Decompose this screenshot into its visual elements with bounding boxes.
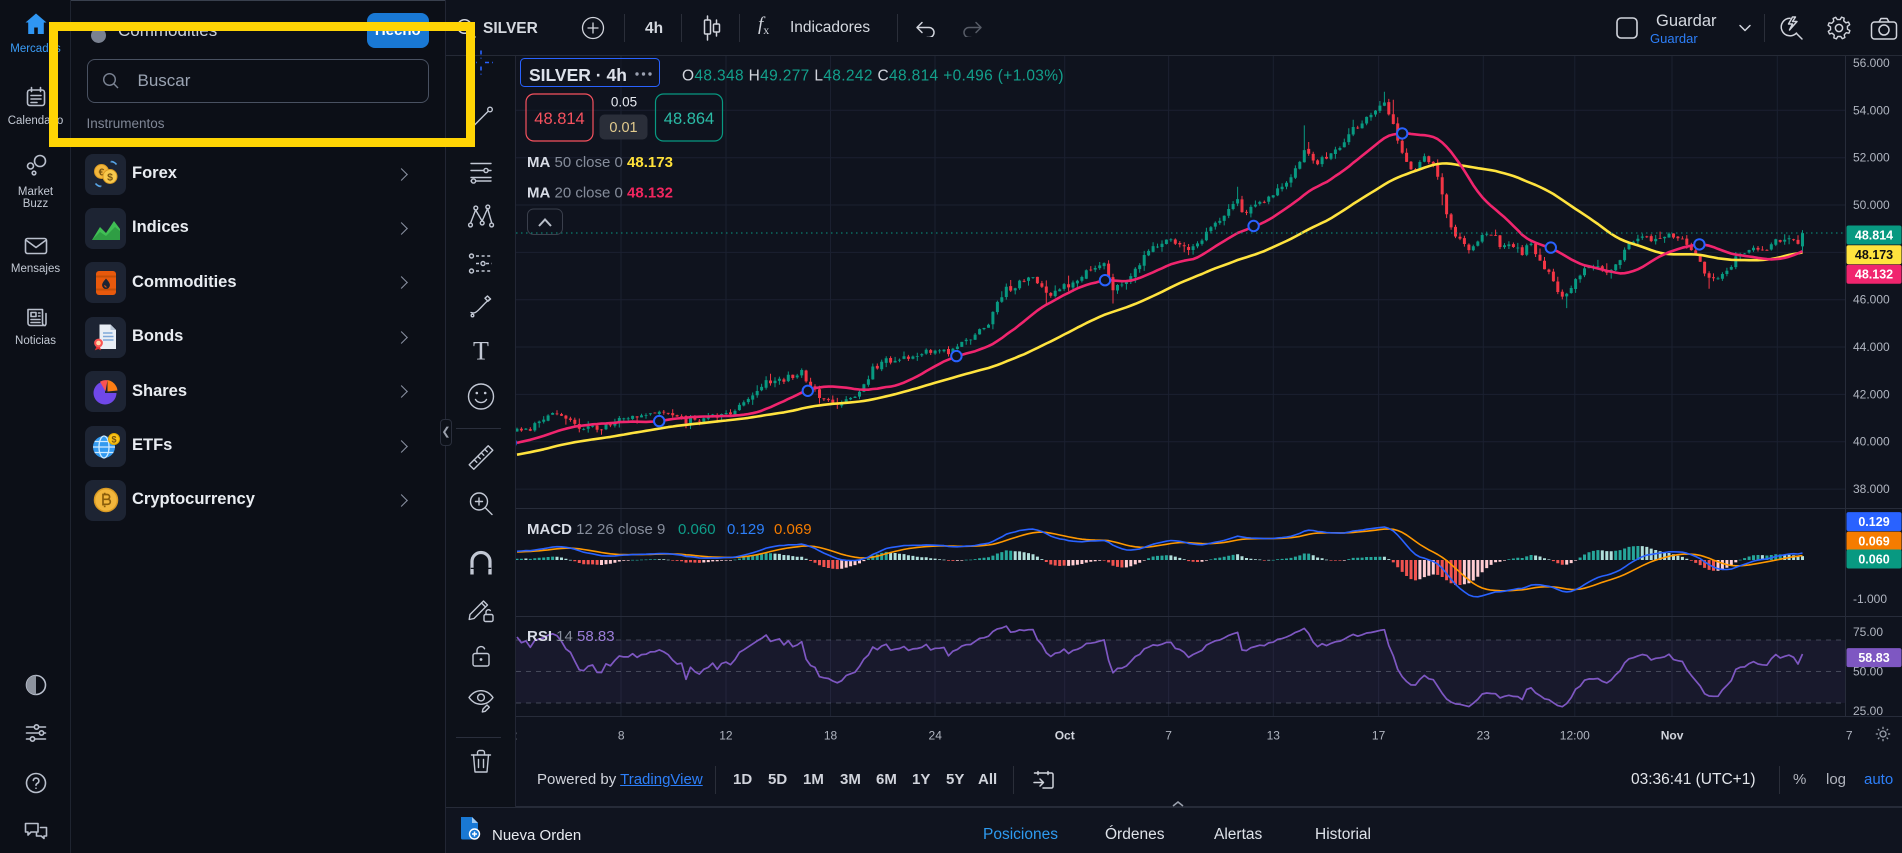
svg-text:Nov: Nov xyxy=(1661,729,1684,743)
svg-text:0.069: 0.069 xyxy=(1858,534,1889,548)
svg-text:O48.348 H49.277 L48.242 C48.81: O48.348 H49.277 L48.242 C48.814 +0.496 (… xyxy=(682,68,1064,85)
svg-text:0.05: 0.05 xyxy=(611,95,637,110)
svg-text:7: 7 xyxy=(1165,729,1172,743)
svg-text:52.000: 52.000 xyxy=(1853,151,1890,165)
svg-text:17: 17 xyxy=(1372,729,1386,743)
svg-text:48.814: 48.814 xyxy=(1855,228,1893,242)
svg-text:42.000: 42.000 xyxy=(1853,387,1890,401)
svg-text:48.173: 48.173 xyxy=(1855,248,1893,262)
svg-text:56.000: 56.000 xyxy=(1853,56,1890,70)
svg-text:7: 7 xyxy=(1846,729,1853,743)
svg-text:12: 12 xyxy=(719,729,733,743)
svg-text:Oct: Oct xyxy=(1055,729,1075,743)
svg-text:T: T xyxy=(473,337,489,365)
svg-text:MACD 12 26 close 9: MACD 12 26 close 9 xyxy=(527,521,665,538)
svg-text:23: 23 xyxy=(1477,729,1491,743)
svg-text:48.814: 48.814 xyxy=(534,110,584,128)
svg-text:$: $ xyxy=(107,172,113,184)
svg-text:40.000: 40.000 xyxy=(1853,435,1890,449)
svg-text:12:00: 12:00 xyxy=(1560,729,1590,743)
svg-text:0.060: 0.060 xyxy=(1858,552,1889,566)
svg-text:0.129: 0.129 xyxy=(1858,515,1889,529)
svg-text:-1.000: -1.000 xyxy=(1853,592,1887,606)
svg-text:RSI 14 58.83: RSI 14 58.83 xyxy=(527,628,615,645)
svg-text:0.069: 0.069 xyxy=(774,521,812,538)
svg-text:38.000: 38.000 xyxy=(1853,482,1890,496)
svg-text:0.060: 0.060 xyxy=(678,521,716,538)
svg-text:58.83: 58.83 xyxy=(1858,651,1889,665)
svg-text:MA 20 close 0 48.132: MA 20 close 0 48.132 xyxy=(527,185,673,202)
svg-text:MA 50 close 0 48.173: MA 50 close 0 48.173 xyxy=(527,154,673,171)
svg-text:SILVER · 4h: SILVER · 4h xyxy=(529,65,627,85)
svg-text:46.000: 46.000 xyxy=(1853,293,1890,307)
svg-text:48.864: 48.864 xyxy=(664,110,714,128)
svg-text:24: 24 xyxy=(929,729,943,743)
svg-text:54.000: 54.000 xyxy=(1853,103,1890,117)
svg-text:13: 13 xyxy=(1267,729,1281,743)
svg-text:8: 8 xyxy=(618,729,625,743)
svg-text:0.129: 0.129 xyxy=(727,521,765,538)
svg-text:44.000: 44.000 xyxy=(1853,340,1890,354)
svg-text:18: 18 xyxy=(824,729,838,743)
svg-text:75.00: 75.00 xyxy=(1853,625,1883,639)
svg-text:0.01: 0.01 xyxy=(609,120,637,136)
svg-text:$: $ xyxy=(111,435,116,445)
svg-text:48.132: 48.132 xyxy=(1855,268,1893,282)
svg-text:50.000: 50.000 xyxy=(1853,198,1890,212)
svg-text:25.00: 25.00 xyxy=(1853,704,1883,718)
